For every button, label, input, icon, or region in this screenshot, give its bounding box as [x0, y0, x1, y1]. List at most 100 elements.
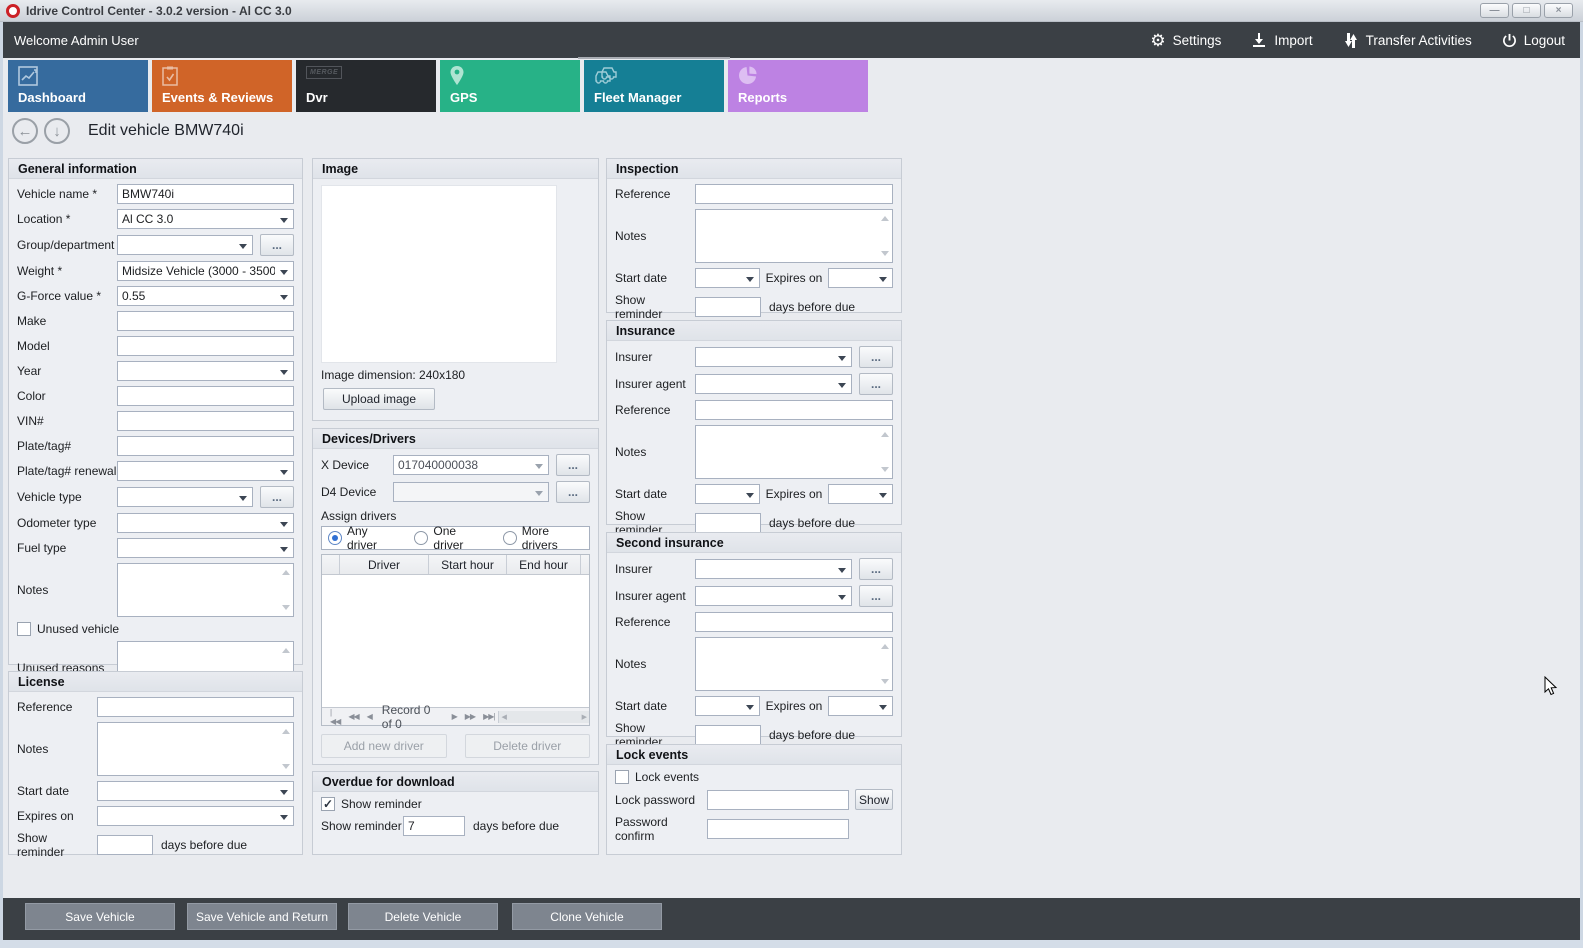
- insurer-browse-button[interactable]: ...: [859, 346, 893, 368]
- grid-column-driver[interactable]: Driver: [340, 555, 429, 574]
- gforce-select[interactable]: 0.55: [117, 286, 294, 306]
- upload-image-button[interactable]: Upload image: [323, 388, 435, 410]
- scroll-down-button[interactable]: ↓: [44, 118, 70, 144]
- year-select[interactable]: [117, 361, 294, 381]
- next-record-button[interactable]: ▶: [452, 712, 457, 721]
- license-reference-input[interactable]: [97, 697, 294, 717]
- second-insurance-reference-input[interactable]: [695, 612, 893, 632]
- vehicle-type-browse-button[interactable]: ...: [260, 486, 294, 508]
- save-vehicle-button[interactable]: Save Vehicle: [25, 903, 175, 930]
- model-input[interactable]: [117, 336, 294, 356]
- insurer-agent-label: Insurer agent: [615, 377, 695, 391]
- group-department-browse-button[interactable]: ...: [260, 234, 294, 256]
- vehicle-name-input[interactable]: [117, 184, 294, 204]
- password-confirm-input[interactable]: [707, 819, 849, 839]
- tab-dvr[interactable]: MERGE Dvr: [296, 60, 436, 112]
- make-input[interactable]: [117, 311, 294, 331]
- inspection-expires-select[interactable]: [828, 268, 893, 288]
- next-page-button[interactable]: ▶▶: [465, 712, 475, 721]
- insurance-start-date-select[interactable]: [695, 484, 760, 504]
- back-button[interactable]: ←: [12, 118, 38, 144]
- insurance-reference-input[interactable]: [695, 400, 893, 420]
- insurer-select[interactable]: [695, 347, 852, 367]
- delete-driver-button[interactable]: Delete driver: [465, 734, 591, 758]
- tab-gps[interactable]: GPS: [440, 60, 580, 112]
- drivers-grid-body[interactable]: [322, 575, 589, 707]
- license-expires-select[interactable]: [97, 806, 294, 826]
- inspection-reminder-input[interactable]: [695, 297, 761, 317]
- chevron-down-icon: [535, 464, 543, 469]
- scroll-right-icon: ▶: [582, 713, 587, 721]
- insurer-agent-browse-button[interactable]: ...: [859, 373, 893, 395]
- grid-column-start-hour[interactable]: Start hour: [429, 555, 507, 574]
- transfer-activities-button[interactable]: Transfer Activities: [1343, 32, 1472, 49]
- license-reminder-input[interactable]: [97, 835, 153, 855]
- overdue-reminder-suffix: days before due: [473, 819, 559, 833]
- plate-tag-input[interactable]: [117, 436, 294, 456]
- license-notes-textarea[interactable]: [97, 722, 294, 776]
- weight-select[interactable]: Midsize Vehicle (3000 - 3500 p...: [117, 261, 294, 281]
- color-input[interactable]: [117, 386, 294, 406]
- vehicle-type-select[interactable]: [117, 487, 253, 507]
- radio-one-driver[interactable]: One driver: [414, 524, 484, 552]
- location-select[interactable]: Al CC 3.0: [117, 209, 294, 229]
- save-vehicle-return-button[interactable]: Save Vehicle and Return: [187, 903, 337, 930]
- inspection-notes-textarea[interactable]: [695, 209, 893, 263]
- lock-password-input[interactable]: [707, 790, 849, 810]
- license-start-date-select[interactable]: [97, 781, 294, 801]
- insurance-notes-textarea[interactable]: [695, 425, 893, 479]
- overdue-reminder-input[interactable]: [403, 816, 465, 836]
- plate-renewal-select[interactable]: [117, 461, 294, 481]
- d4-device-browse-button[interactable]: ...: [556, 481, 590, 503]
- inspection-notes-label: Notes: [615, 229, 695, 243]
- tab-reports[interactable]: Reports: [728, 60, 868, 112]
- general-notes-textarea[interactable]: [117, 563, 294, 617]
- inspection-reference-input[interactable]: [695, 184, 893, 204]
- second-insurer-agent-select[interactable]: [695, 586, 852, 606]
- import-button[interactable]: Import: [1251, 32, 1312, 48]
- settings-button[interactable]: ⚙ Settings: [1150, 32, 1221, 49]
- tab-events-reviews[interactable]: Events & Reviews: [152, 60, 292, 112]
- d4-device-select[interactable]: [393, 482, 549, 502]
- last-record-button[interactable]: ▶▶|: [483, 712, 494, 721]
- grid-horizontal-scrollbar[interactable]: ◀ ▶: [498, 711, 589, 723]
- second-insurance-reminder-input[interactable]: [695, 725, 761, 745]
- logout-button[interactable]: Logout: [1502, 33, 1565, 48]
- vin-input[interactable]: [117, 411, 294, 431]
- first-record-button[interactable]: |◀◀: [330, 708, 340, 726]
- location-label: Location *: [17, 212, 117, 226]
- second-insurer-agent-browse-button[interactable]: ...: [859, 585, 893, 607]
- odometer-type-select[interactable]: [117, 513, 294, 533]
- inspection-start-date-select[interactable]: [695, 268, 760, 288]
- delete-vehicle-button[interactable]: Delete Vehicle: [348, 903, 498, 930]
- clone-vehicle-button[interactable]: Clone Vehicle: [512, 903, 662, 930]
- second-insurer-select[interactable]: [695, 559, 852, 579]
- minimize-button[interactable]: —: [1480, 3, 1509, 18]
- prev-record-button[interactable]: ◀: [367, 712, 372, 721]
- second-insurance-notes-textarea[interactable]: [695, 637, 893, 691]
- radio-more-drivers[interactable]: More drivers: [503, 524, 583, 552]
- prev-page-button[interactable]: ◀◀: [348, 712, 358, 721]
- group-department-select[interactable]: [117, 235, 253, 255]
- second-insurance-expires-select[interactable]: [828, 696, 893, 716]
- insurer-agent-select[interactable]: [695, 374, 852, 394]
- overdue-reminder-checkbox[interactable]: ✓: [321, 797, 335, 811]
- add-new-driver-button[interactable]: Add new driver: [321, 734, 447, 758]
- insurance-expires-select[interactable]: [828, 484, 893, 504]
- x-device-browse-button[interactable]: ...: [556, 454, 590, 476]
- second-insurer-browse-button[interactable]: ...: [859, 558, 893, 580]
- close-button[interactable]: ×: [1544, 3, 1573, 18]
- x-device-select[interactable]: 017040000038: [393, 455, 549, 475]
- maximize-button[interactable]: □: [1512, 3, 1541, 18]
- tab-dashboard[interactable]: Dashboard: [8, 60, 148, 112]
- fuel-type-select[interactable]: [117, 538, 294, 558]
- second-insurance-start-date-select[interactable]: [695, 696, 760, 716]
- radio-any-driver[interactable]: Any driver: [328, 524, 396, 552]
- vehicle-type-label: Vehicle type: [17, 490, 117, 504]
- tab-fleet-manager[interactable]: Fleet Manager: [584, 60, 724, 112]
- grid-column-end-hour[interactable]: End hour: [507, 555, 581, 574]
- lock-events-checkbox[interactable]: [615, 770, 629, 784]
- insurance-reminder-input[interactable]: [695, 513, 761, 533]
- show-password-button[interactable]: Show: [855, 789, 893, 810]
- unused-vehicle-checkbox[interactable]: [17, 622, 31, 636]
